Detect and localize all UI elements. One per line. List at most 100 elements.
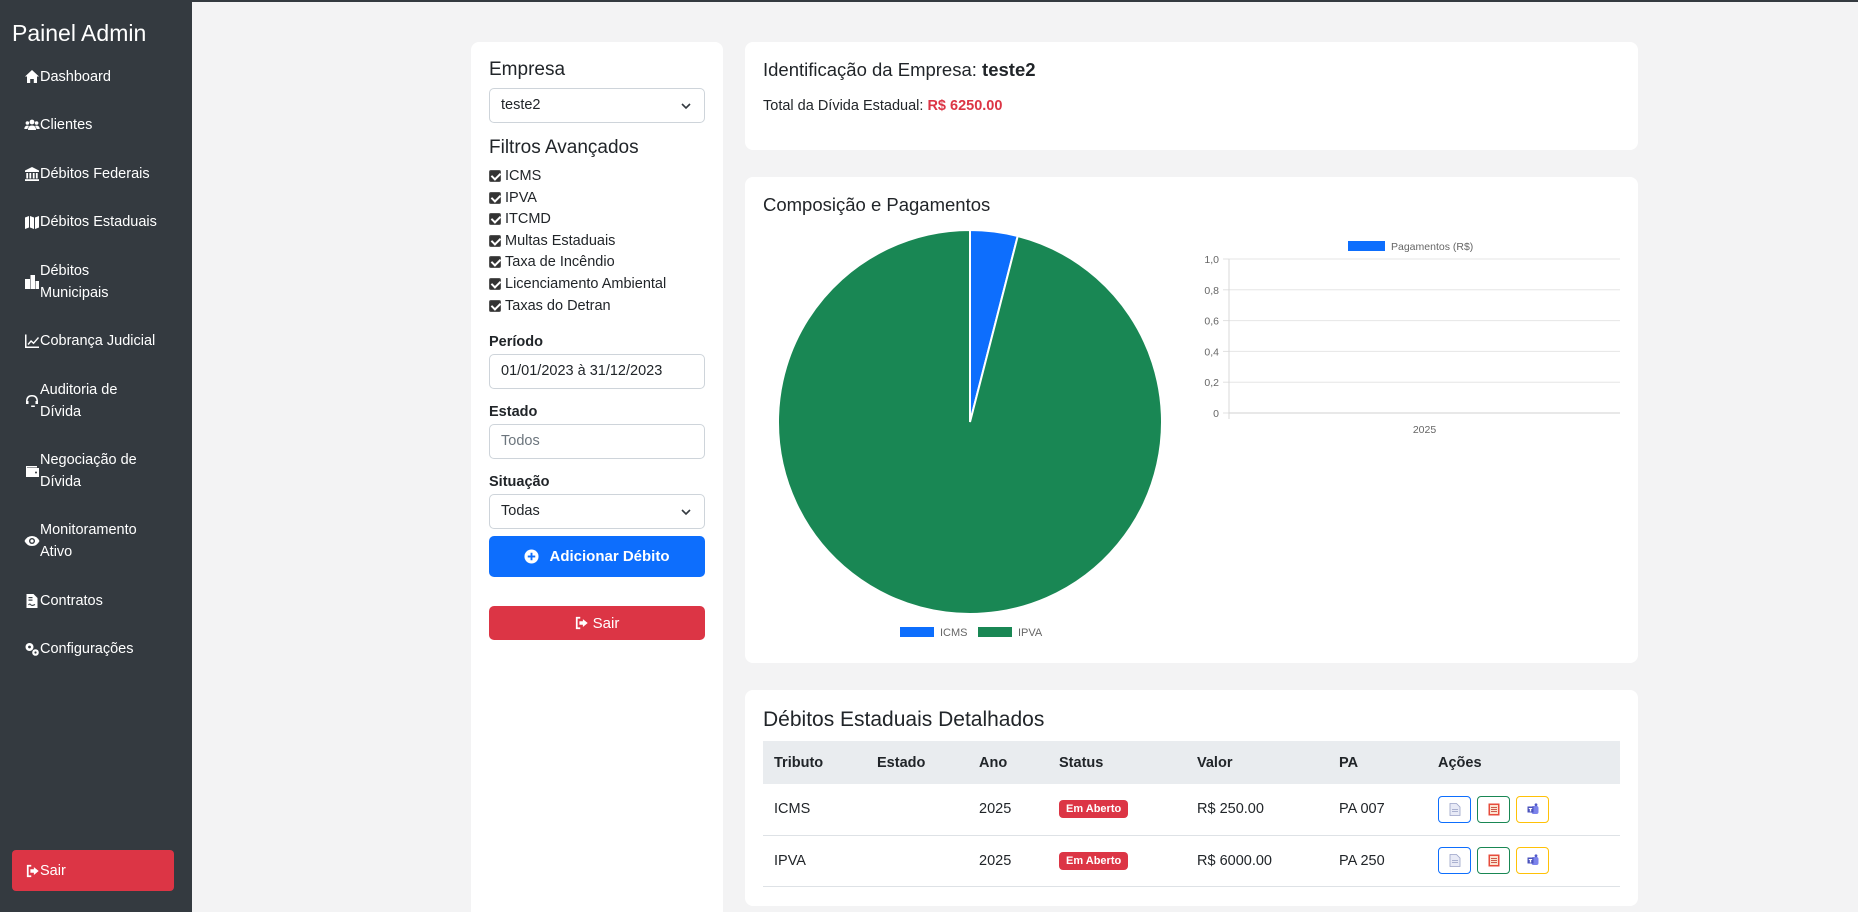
- checkbox[interactable]: [489, 256, 501, 268]
- y-tick-label: 0: [1213, 408, 1219, 420]
- cell-tributo: ICMS: [763, 784, 866, 836]
- cell-ano: 2025: [968, 784, 1048, 836]
- sidebar-logout-button[interactable]: Sair: [12, 850, 174, 891]
- sidebar-item-label: Débitos Estaduais: [40, 214, 157, 230]
- sidebar-item-contratos[interactable]: Contratos: [24, 590, 103, 612]
- debits-table: Tributo Estado Ano Status Valor PA Ações…: [763, 741, 1620, 887]
- estado-label: Estado: [489, 404, 538, 420]
- chart-line-icon: [24, 333, 40, 349]
- sidebar-item-label-line1: Negociação de: [40, 452, 137, 468]
- status-badge: Em Aberto: [1059, 851, 1129, 870]
- cell-acoes: [1427, 835, 1620, 887]
- sidebar-item-clientes[interactable]: Clientes: [24, 114, 92, 136]
- bar-legend-swatch: [1348, 241, 1385, 251]
- filter-checkbox-taxa-incendio[interactable]: Taxa de Incêndio: [489, 254, 615, 270]
- sidebar-item-label-line2: Dívida: [40, 404, 82, 420]
- plus-circle-icon: [524, 549, 540, 564]
- document-icon: [1449, 802, 1461, 816]
- teams-icon: [1527, 803, 1539, 814]
- logout-button[interactable]: Sair: [489, 606, 705, 640]
- sidebar-item-monitoramento[interactable]: Monitoramento Ativo: [24, 519, 137, 563]
- sidebar-item-negociacao[interactable]: Negociação de Dívida: [24, 449, 137, 493]
- ledger-icon: [1488, 803, 1500, 816]
- filter-checkbox-detran[interactable]: Taxas do Detran: [489, 298, 611, 314]
- empresa-label: Empresa: [489, 59, 566, 80]
- table-row: ICMS 2025 Em Aberto R$ 250.00 PA 007: [763, 784, 1620, 836]
- chevron-down-icon: [681, 103, 691, 110]
- gears-icon: [24, 641, 40, 657]
- ledger-button[interactable]: [1477, 795, 1511, 823]
- teams-button[interactable]: [1516, 795, 1550, 823]
- total-debt-label: Total da Dívida Estadual:: [763, 98, 924, 114]
- eye-icon: [24, 533, 40, 549]
- filter-checkbox-licenciamento[interactable]: Licenciamento Ambiental: [489, 276, 666, 292]
- filter-checkbox-multas[interactable]: Multas Estaduais: [489, 233, 615, 249]
- sign-out-icon: [575, 616, 588, 630]
- sidebar-item-label: Cobrança Judicial: [40, 333, 156, 349]
- y-tick-label: 1,0: [1204, 254, 1219, 266]
- ledger-button[interactable]: [1477, 847, 1511, 874]
- teams-icon: [1527, 854, 1539, 865]
- sidebar-item-label-line1: Auditoria de: [40, 382, 118, 398]
- add-debit-label: Adicionar Débito: [549, 548, 670, 565]
- checkbox[interactable]: [489, 300, 501, 312]
- checkbox-label: ITCMD: [505, 211, 551, 227]
- sidebar-item-dashboard[interactable]: Dashboard: [24, 66, 111, 88]
- cell-pa: PA 250: [1328, 835, 1427, 887]
- cell-valor: R$ 250.00: [1186, 784, 1328, 836]
- situacao-select[interactable]: Todas: [489, 494, 705, 529]
- users-icon: [24, 117, 40, 133]
- sidebar-item-cobranca-judicial[interactable]: Cobrança Judicial: [24, 330, 155, 352]
- checkbox[interactable]: [489, 235, 501, 247]
- filter-checkbox-ipva[interactable]: IPVA: [489, 190, 537, 206]
- filter-panel: Empresa teste2 Filtros Avançados ICMS IP…: [471, 42, 723, 912]
- sidebar-item-label-line2: Municipais: [40, 285, 109, 301]
- filter-checkbox-itcmd[interactable]: ITCMD: [489, 211, 551, 227]
- cell-tributo: IPVA: [763, 835, 866, 887]
- view-document-button[interactable]: [1438, 847, 1471, 874]
- total-debt: Total da Dívida Estadual: R$ 6250.00: [763, 98, 1002, 114]
- situacao-select-value: Todas: [501, 503, 540, 519]
- sidebar-item-debitos-federais[interactable]: Débitos Federais: [24, 163, 150, 185]
- cell-estado: [866, 784, 968, 836]
- company-identification: Identificação da Empresa: teste2: [763, 59, 1036, 81]
- add-debit-button[interactable]: Adicionar Débito: [489, 536, 705, 577]
- sidebar-item-auditoria[interactable]: Auditoria de Dívida: [24, 379, 117, 423]
- sidebar: Painel Admin Dashboard Clientes Débitos …: [0, 0, 192, 912]
- ledger-icon: [1488, 854, 1500, 867]
- sidebar-item-debitos-estaduais[interactable]: Débitos Estaduais: [24, 211, 157, 233]
- checkbox[interactable]: [489, 213, 501, 225]
- estado-input[interactable]: Todos: [489, 424, 705, 459]
- checkbox-label: ICMS: [505, 168, 542, 184]
- periodo-input[interactable]: 01/01/2023 à 31/12/2023: [489, 354, 705, 389]
- col-header: Ano: [968, 741, 1048, 784]
- teams-button[interactable]: [1516, 847, 1550, 874]
- table-header-row: Tributo Estado Ano Status Valor PA Ações: [763, 741, 1620, 784]
- checkbox[interactable]: [489, 278, 501, 290]
- table-row: IPVA 2025 Em Aberto R$ 6000.00 PA 250: [763, 835, 1620, 887]
- cell-acoes: [1427, 784, 1620, 836]
- charts-card: Composição e Pagamentos ICMS IPVA Pagamen…: [745, 177, 1638, 663]
- payments-bar-chart: Pagamentos (R$) 1,0 0,8 0,6 0,4 0,2 0 2025: [1204, 241, 1620, 436]
- sidebar-item-label-line2: Ativo: [40, 544, 73, 560]
- checkbox-label: IPVA: [505, 190, 537, 206]
- x-tick-label: 2025: [1413, 424, 1437, 436]
- brand-title: Painel Admin: [12, 20, 147, 46]
- debits-table-card: Débitos Estaduais Detalhados Tributo Est…: [745, 690, 1638, 906]
- city-icon: [24, 274, 40, 290]
- checkbox[interactable]: [489, 170, 501, 182]
- filter-checkbox-icms[interactable]: ICMS: [489, 168, 541, 184]
- checkbox-label: Multas Estaduais: [505, 233, 616, 249]
- home-icon: [24, 69, 40, 85]
- col-header: Tributo: [763, 741, 866, 784]
- empresa-select[interactable]: teste2: [489, 88, 705, 123]
- checkbox-label: Licenciamento Ambiental: [505, 276, 667, 292]
- view-document-button[interactable]: [1438, 795, 1471, 823]
- situacao-label: Situação: [489, 474, 550, 490]
- chevron-down-icon: [681, 509, 691, 516]
- sidebar-item-debitos-municipais[interactable]: Débitos Municipais: [24, 260, 109, 304]
- y-tick-label: 0,4: [1204, 346, 1219, 358]
- map-icon: [24, 214, 40, 230]
- sidebar-item-configuracoes[interactable]: Configurações: [24, 638, 134, 660]
- checkbox[interactable]: [489, 192, 501, 204]
